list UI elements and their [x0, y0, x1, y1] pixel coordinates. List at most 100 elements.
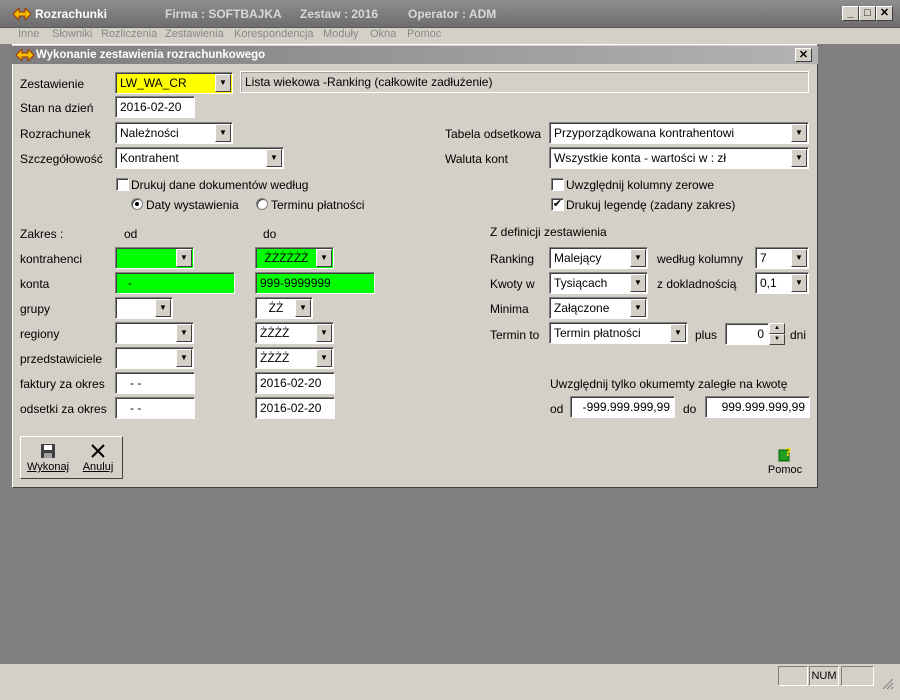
kwota-do-input[interactable]: 999.999.999,99	[705, 396, 810, 418]
kontrahenci-od-select[interactable]: ▼	[115, 247, 194, 269]
kontrahenci-do-select[interactable]: ŻŻŻŻŻŻ ▼	[255, 247, 334, 269]
chevron-down-icon[interactable]: ▼	[176, 249, 192, 267]
waluta-kont-select[interactable]: Wszystkie konta - wartości w : zł ▼	[549, 147, 809, 169]
chevron-down-icon[interactable]: ▼	[266, 149, 282, 167]
minimize-button[interactable]: _	[842, 6, 859, 21]
restore-button[interactable]: □	[859, 6, 876, 21]
chevron-down-icon[interactable]: ▼	[215, 74, 231, 92]
status-panel-empty-2	[841, 666, 874, 686]
szczegolowosc-select[interactable]: Kontrahent ▼	[115, 147, 284, 169]
zakres-do-header: do	[263, 227, 277, 241]
drukuj-legende-checkbox[interactable]: ✔	[551, 198, 564, 211]
plus-days-stepper[interactable]: ▲ ▼	[769, 323, 785, 345]
chevron-down-icon[interactable]: ▼	[176, 324, 192, 342]
chevron-down-icon[interactable]: ▼	[215, 124, 231, 142]
kwoty-w-select[interactable]: Tysiącach ▼	[549, 272, 648, 294]
minima-select[interactable]: Załączone ▼	[549, 297, 648, 319]
close-x-icon	[90, 443, 106, 459]
zestawienie-select[interactable]: LW_WA_CR ▼	[115, 72, 233, 94]
wedlug-kolumny-value: 7	[760, 251, 767, 265]
kwota-od-label: od	[550, 402, 564, 416]
minima-value: Załączone	[554, 301, 610, 315]
grupy-do-select[interactable]: ŻŻ ▼	[255, 297, 313, 319]
odsetki-od-input[interactable]: - -	[115, 397, 195, 419]
z-dokladnoscia-select[interactable]: 0,1 ▼	[755, 272, 809, 294]
z-definicji-label: Z definicji zestawienia	[490, 225, 607, 239]
przedstawiciele-do-value: ŻŻŻŻ	[260, 351, 290, 365]
konta-od-input[interactable]: -	[115, 272, 235, 294]
chevron-down-icon[interactable]: ▼	[670, 324, 686, 342]
faktury-od-input[interactable]: - -	[115, 372, 195, 394]
pomoc-button[interactable]: ? Pomoc	[765, 446, 805, 476]
tabela-odsetkowa-label: Tabela odsetkowa	[445, 127, 542, 141]
status-num: NUM	[809, 666, 839, 686]
wedlug-kolumny-select[interactable]: 7 ▼	[755, 247, 809, 269]
chevron-down-icon[interactable]: ▼	[630, 249, 646, 267]
przedstawiciele-od-select[interactable]: ▼	[115, 347, 194, 369]
stepper-down-icon[interactable]: ▼	[769, 334, 785, 345]
chevron-down-icon[interactable]: ▼	[791, 249, 807, 267]
chevron-down-icon[interactable]: ▼	[630, 274, 646, 292]
stepper-up-icon[interactable]: ▲	[769, 323, 785, 334]
kwota-od-input[interactable]: -999.999.999,99	[570, 396, 675, 418]
zakres-od-header: od	[124, 227, 138, 241]
chevron-down-icon[interactable]: ▼	[791, 124, 807, 142]
anuluj-button[interactable]: Anuluj	[78, 443, 118, 473]
chevron-down-icon[interactable]: ▼	[791, 149, 807, 167]
app-icon	[12, 6, 32, 22]
daty-wystawienia-label: Daty wystawienia	[146, 198, 239, 212]
status-panel-empty	[778, 666, 808, 686]
tabela-odsetkowa-value: Przyporządkowana kontrahentowi	[554, 126, 735, 140]
konta-do-input[interactable]: 999-9999999	[255, 272, 375, 294]
faktury-do-input[interactable]: 2016-02-20	[255, 372, 335, 394]
grupy-od-select[interactable]: ▼	[115, 297, 173, 319]
przedstawiciele-do-select[interactable]: ŻŻŻŻ ▼	[255, 347, 334, 369]
chevron-down-icon[interactable]: ▼	[176, 349, 192, 367]
menu-inne[interactable]: Inne	[18, 28, 39, 40]
z-dokladnoscia-label: z dokladnością	[657, 277, 737, 291]
close-button[interactable]: ✕	[876, 6, 893, 21]
stan-na-dzien-label: Stan na dzień	[20, 101, 94, 115]
plus-days-input[interactable]: 0	[725, 323, 769, 345]
termin-to-select[interactable]: Termin płatności ▼	[549, 322, 688, 344]
resize-grip-icon[interactable]	[880, 676, 894, 690]
chevron-down-icon[interactable]: ▼	[155, 299, 171, 317]
menu-rozliczenia[interactable]: Rozliczenia	[101, 28, 157, 40]
odsetki-do-input[interactable]: 2016-02-20	[255, 397, 335, 419]
zestawienie-value: LW_WA_CR	[120, 76, 187, 90]
drukuj-dane-checkbox[interactable]	[116, 178, 129, 191]
regiony-do-select[interactable]: ŻŻŻŻ ▼	[255, 322, 334, 344]
uwzglednij-zerowe-label: Uwzględnij kolumny zerowe	[566, 178, 715, 192]
uwzglednij-zerowe-checkbox[interactable]	[551, 178, 564, 191]
menu-korespondencja[interactable]: Korespondencja	[234, 28, 314, 40]
menu-moduly[interactable]: Moduły	[323, 28, 358, 40]
chevron-down-icon[interactable]: ▼	[791, 274, 807, 292]
dni-label: dni	[790, 328, 807, 342]
chevron-down-icon[interactable]: ▼	[316, 249, 332, 267]
terminu-platnosci-radio[interactable]	[256, 198, 268, 210]
wykonaj-button[interactable]: Wykonaj	[26, 443, 70, 473]
dialog-icon	[15, 47, 35, 63]
menu-slowniki[interactable]: Słowniki	[52, 28, 92, 40]
menu-pomoc[interactable]: Pomoc	[407, 28, 441, 40]
menu-okna[interactable]: Okna	[370, 28, 396, 40]
regiony-od-select[interactable]: ▼	[115, 322, 194, 344]
odsetki-za-okres-label: odsetki za okres	[20, 402, 107, 416]
anuluj-label: Anuluj	[82, 461, 114, 473]
wykonaj-label: Wykonaj	[26, 461, 70, 473]
szczegolowosc-label: Szczegółowość	[20, 152, 103, 166]
z-dokladnoscia-value: 0,1	[760, 276, 777, 290]
chevron-down-icon[interactable]: ▼	[295, 299, 311, 317]
stan-na-dzien-input[interactable]: 2016-02-20	[115, 96, 195, 118]
termin-to-label: Termin to	[490, 328, 540, 342]
tabela-odsetkowa-select[interactable]: Przyporządkowana kontrahentowi ▼	[549, 122, 809, 144]
rozrachunek-select[interactable]: Należności ▼	[115, 122, 233, 144]
app-title: Rozrachunki	[35, 7, 108, 21]
chevron-down-icon[interactable]: ▼	[316, 349, 332, 367]
daty-wystawienia-radio[interactable]	[131, 198, 143, 210]
chevron-down-icon[interactable]: ▼	[630, 299, 646, 317]
menu-zestawienia[interactable]: Zestawienia	[165, 28, 224, 40]
chevron-down-icon[interactable]: ▼	[316, 324, 332, 342]
dialog-close-button[interactable]: ✕	[795, 48, 812, 62]
ranking-select[interactable]: Malejący ▼	[549, 247, 648, 269]
